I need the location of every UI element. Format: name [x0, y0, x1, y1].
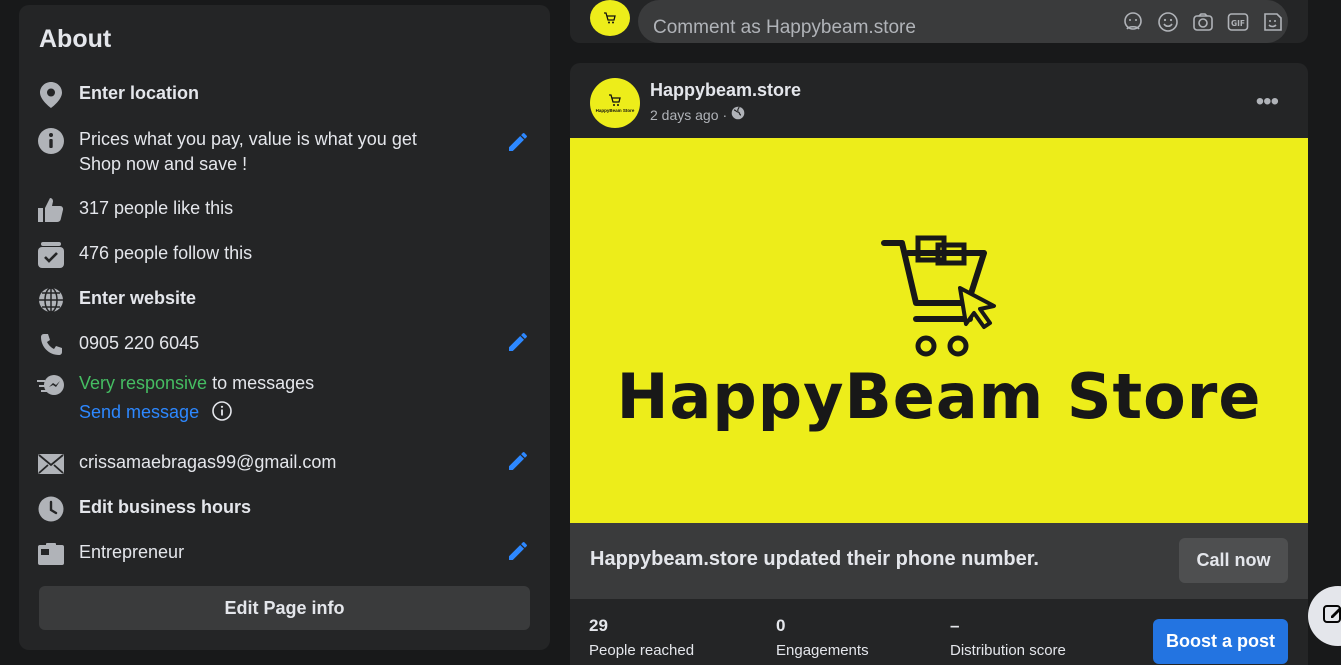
post-card: HappyBeam Store Happybeam.store 2 days a… [570, 63, 1308, 665]
brand-name-text: HappyBeam Store [616, 360, 1262, 433]
bio-line-1: Prices what you pay, value is what you g… [79, 129, 417, 149]
post-meta: 2 days ago · [650, 106, 745, 123]
stat-engagements: 0 Engagements [776, 616, 869, 659]
post-time[interactable]: 2 days ago [650, 107, 719, 123]
info-outline-icon[interactable] [212, 401, 232, 428]
location-pin-icon [37, 81, 65, 109]
responsive-label: Very responsive [79, 373, 208, 393]
page-avatar[interactable]: HappyBeam Store [590, 78, 640, 128]
stat-label: Engagements [776, 642, 869, 659]
avatar-brand-text: HappyBeam Store [595, 107, 635, 113]
svg-text:GIF: GIF [1230, 19, 1244, 28]
bio-text: Prices what you pay, value is what you g… [79, 127, 417, 177]
call-now-button[interactable]: Call now [1179, 538, 1288, 583]
edit-phone-pencil-icon[interactable] [503, 327, 533, 357]
responsive-suffix: to messages [207, 373, 315, 393]
envelope-icon [37, 450, 65, 478]
edit-category-pencil-icon[interactable] [503, 536, 533, 566]
comment-card: GIF [570, 0, 1308, 43]
category-link[interactable]: Entrepreneur [79, 540, 184, 565]
send-message-wrap: Send message [79, 400, 232, 428]
globe-icon [37, 286, 65, 314]
follows-count: 476 people follow this [79, 243, 253, 263]
phone-icon [37, 331, 65, 359]
emoji-icon[interactable] [1156, 10, 1179, 33]
compose-icon [1322, 603, 1341, 630]
stat-value: 29 [589, 616, 608, 635]
email-link[interactable]: crissamaebragas99@gmail.com [79, 450, 336, 475]
edit-page-info-button[interactable]: Edit Page info [39, 586, 530, 630]
phone-number: 0905 220 6045 [79, 333, 200, 353]
post-image[interactable]: HappyBeam Store [570, 138, 1308, 523]
sticker-icon[interactable] [1261, 10, 1284, 33]
bio-line-2: Shop now and save ! [79, 154, 248, 174]
update-text: Happybeam.store updated their phone numb… [590, 548, 1039, 570]
edit-bio-pencil-icon[interactable] [503, 127, 533, 157]
boost-post-button[interactable]: Boost a post [1153, 619, 1288, 664]
stat-distribution-score: – Distribution score [950, 616, 1066, 659]
enter-location-link[interactable]: Enter location [79, 81, 199, 106]
post-insights: 29 People reached 0 Engagements – Distri… [570, 599, 1308, 665]
commenter-avatar [590, 0, 630, 36]
camera-icon[interactable] [1191, 10, 1214, 33]
stat-value: – [950, 616, 960, 635]
follow-checkbox-icon [37, 241, 65, 269]
fast-messenger-icon [37, 371, 65, 399]
new-message-floating-button[interactable] [1308, 586, 1341, 646]
edit-email-pencil-icon[interactable] [503, 446, 533, 476]
post-more-options-button[interactable]: ••• [1256, 88, 1279, 116]
comment-tools: GIF [1121, 10, 1284, 33]
about-title: About [39, 25, 112, 53]
stat-people-reached: 29 People reached [589, 616, 694, 659]
shopping-cart-cursor-icon [881, 235, 996, 357]
clock-icon [37, 495, 65, 523]
responsiveness-text: Very responsive to messages [79, 371, 314, 396]
stat-label: Distribution score [950, 642, 1066, 659]
edit-business-hours-link[interactable]: Edit business hours [79, 495, 251, 520]
public-globe-icon [731, 106, 745, 123]
post-author[interactable]: Happybeam.store [650, 80, 801, 101]
info-icon [37, 127, 65, 155]
enter-website-link[interactable]: Enter website [79, 286, 196, 311]
likes-count: 317 people like this [79, 198, 234, 218]
stat-label: People reached [589, 642, 695, 659]
meta-separator: · [722, 106, 728, 123]
avatar-sticker-icon[interactable] [1121, 10, 1144, 33]
send-message-link[interactable]: Send message [79, 402, 199, 422]
thumbs-up-icon [37, 196, 65, 224]
gif-icon[interactable]: GIF [1226, 10, 1249, 33]
stat-value: 0 [776, 616, 786, 635]
update-bar: Happybeam.store updated their phone numb… [570, 523, 1308, 599]
about-card: About Enter location Prices what you pay… [19, 5, 550, 650]
category-folder-icon [37, 540, 65, 568]
